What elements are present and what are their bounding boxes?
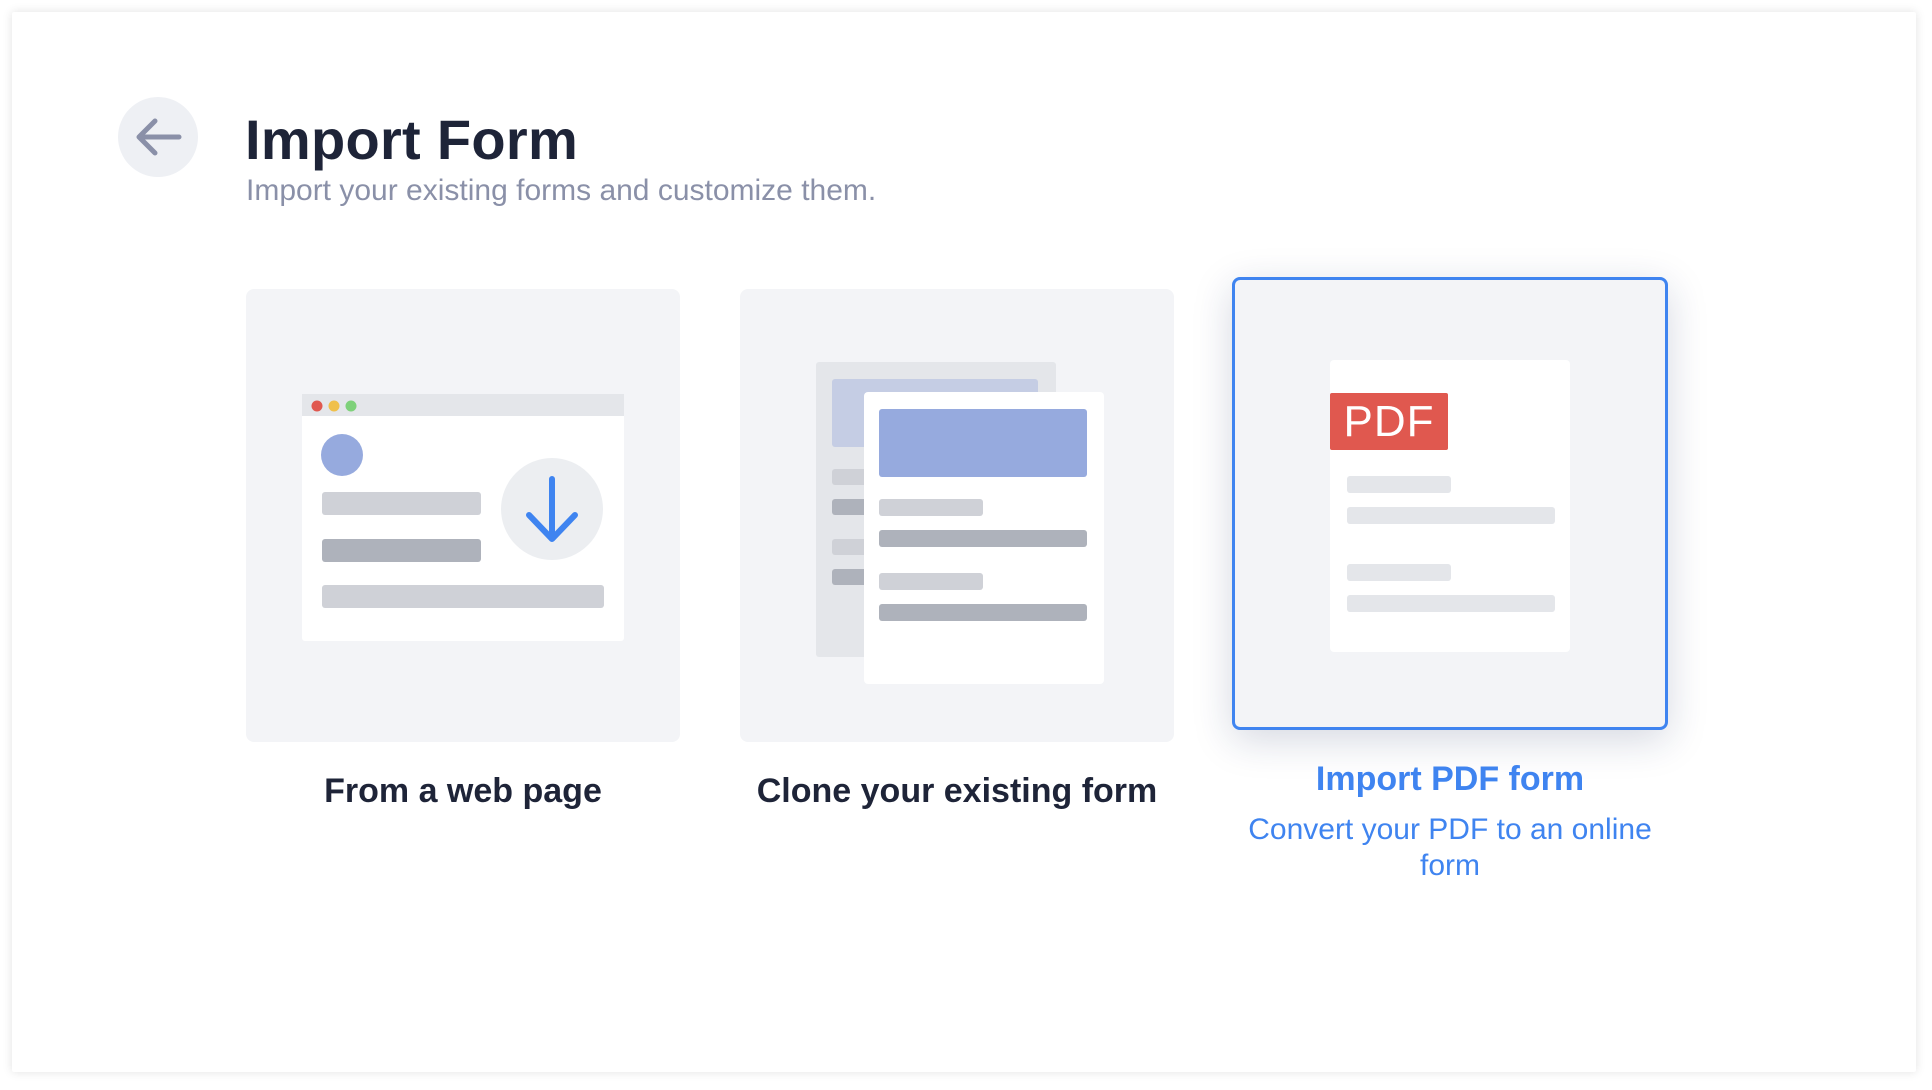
- pdf-option-label[interactable]: Import PDF form: [1232, 762, 1668, 796]
- web-page-download-icon: [302, 394, 624, 641]
- web-page-option-card[interactable]: [246, 289, 680, 742]
- arrow-left-icon: [136, 118, 182, 156]
- page-title: Import Form: [245, 108, 579, 171]
- page-subtitle: Import your existing forms and customize…: [246, 174, 877, 207]
- import-form-panel: Import Form Import your existing forms a…: [12, 12, 1916, 1072]
- pdf-option-description[interactable]: Convert your PDF to an online form: [1242, 812, 1658, 884]
- back-button[interactable]: [118, 97, 198, 177]
- pdf-option-card[interactable]: PDF: [1232, 277, 1668, 730]
- pdf-document-icon: [1330, 360, 1570, 652]
- clone-form-option-label[interactable]: Clone your existing form: [740, 774, 1174, 808]
- clone-form-icon: [816, 362, 1104, 684]
- pdf-badge: PDF: [1330, 393, 1448, 450]
- clone-form-option-card[interactable]: [740, 289, 1174, 742]
- web-page-option-label[interactable]: From a web page: [246, 774, 680, 808]
